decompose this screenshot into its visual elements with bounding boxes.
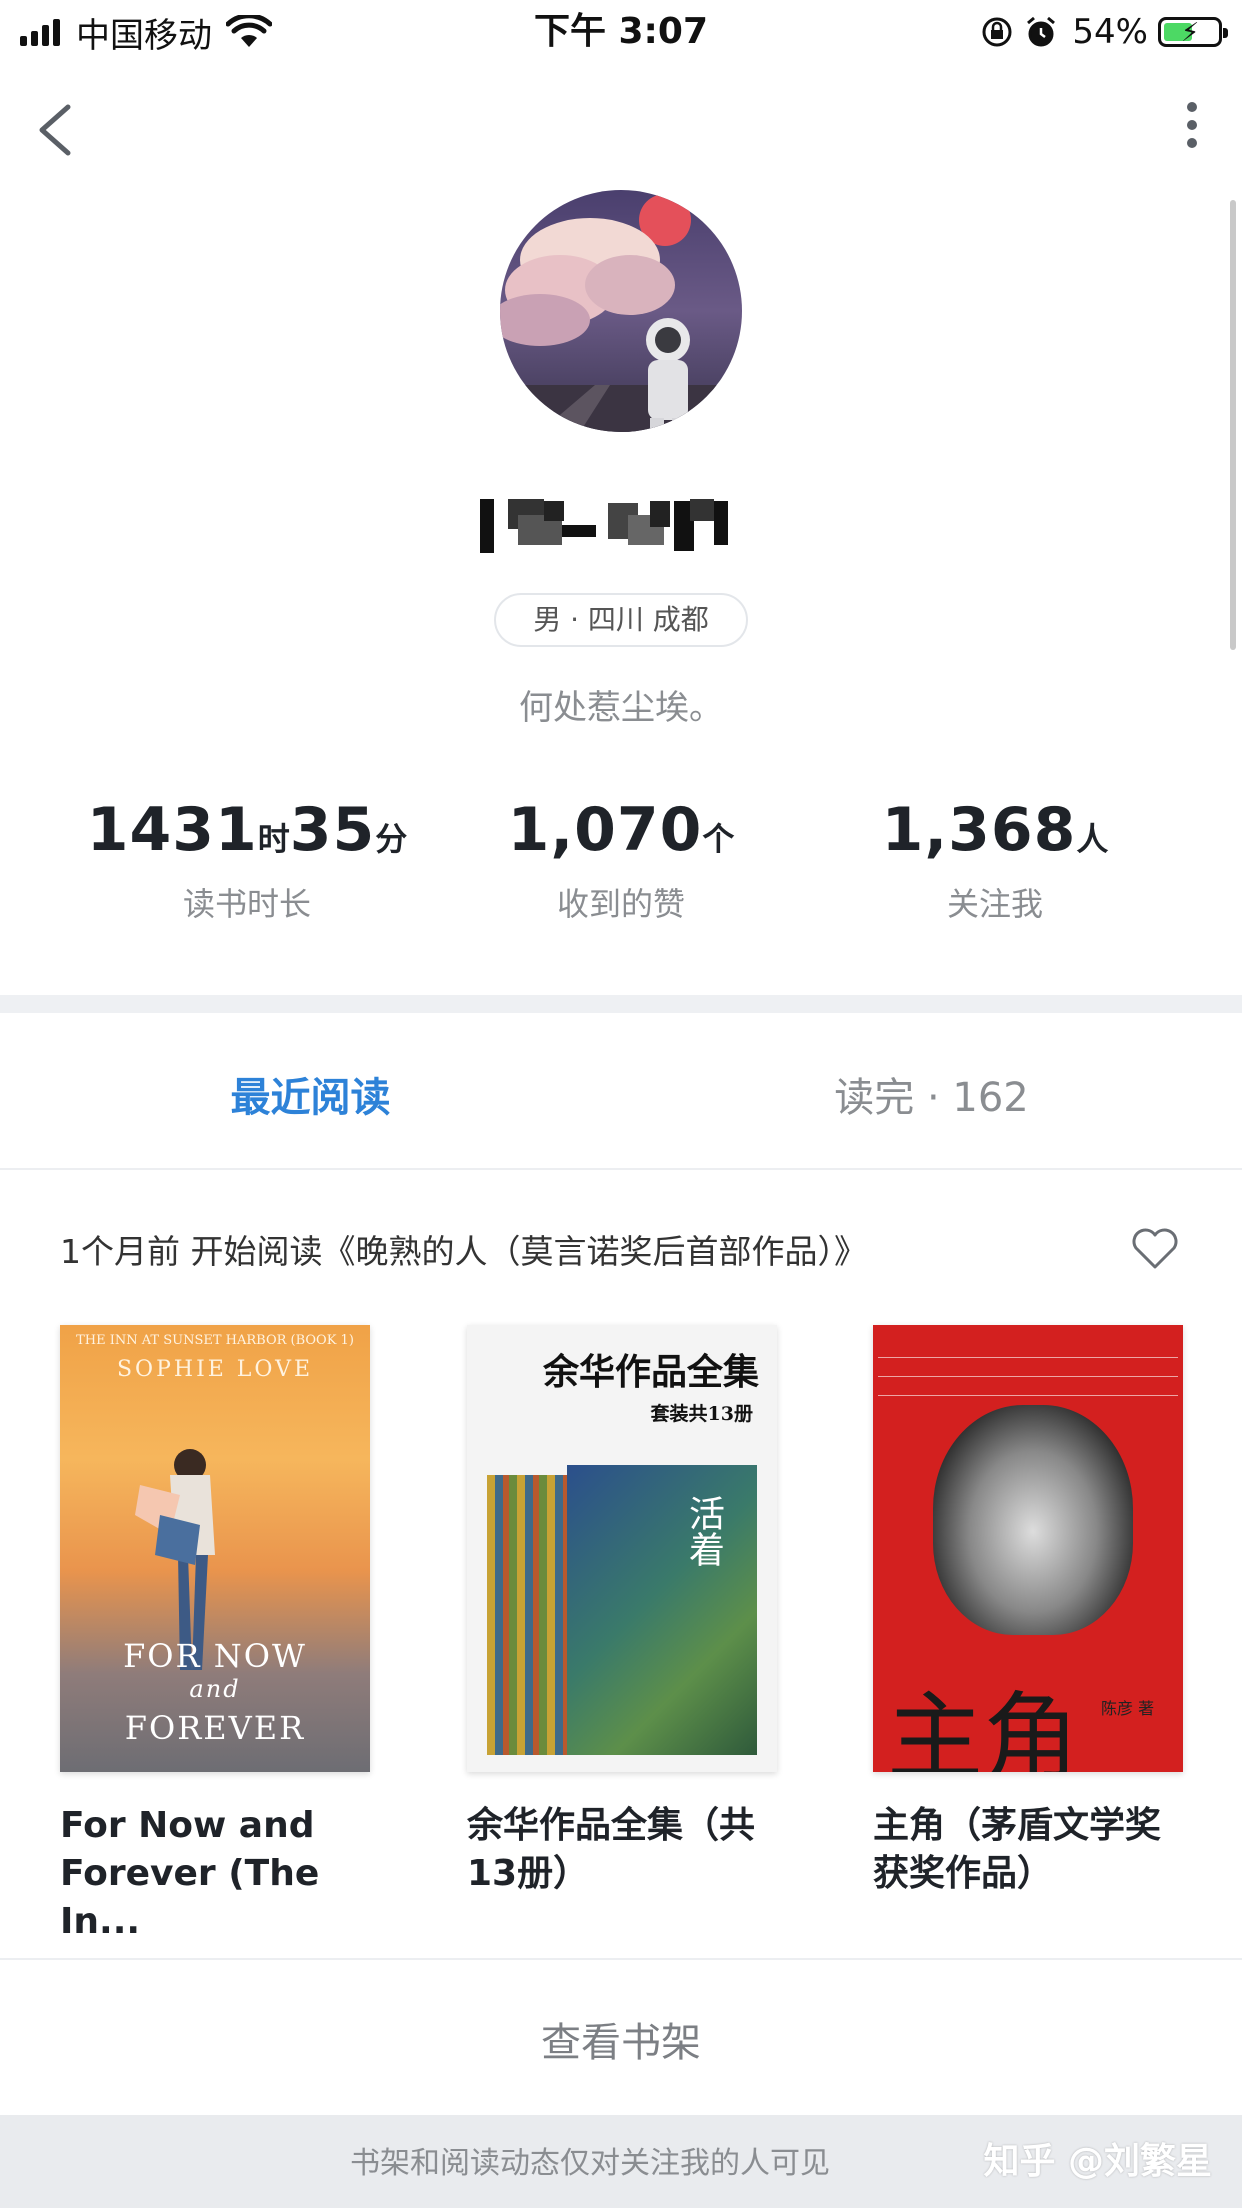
stat-followers-value: 1,368人 xyxy=(881,795,1109,865)
stat-reading-time: 1431时35分 读书时长 xyxy=(40,795,454,925)
cover-title-line-1: FOR NOW xyxy=(123,1637,307,1675)
stat-likes-label: 收到的赞 xyxy=(556,885,685,923)
alarm-icon xyxy=(1027,16,1056,47)
cover-inner-title: 活着 xyxy=(683,1495,724,1567)
book-spines xyxy=(487,1475,567,1755)
book-card[interactable]: 余华作品全集 套装共13册 活着 余华作品全集（共13册） xyxy=(467,1325,777,1898)
stat-reading-time-label: 读书时长 xyxy=(182,885,311,923)
heart-icon[interactable] xyxy=(1130,1225,1180,1271)
cover-title: 主角 xyxy=(887,1682,1079,1772)
tab-divider xyxy=(0,1168,1242,1170)
battery-icon: ⚡ xyxy=(1158,17,1228,48)
profile-motto: 何处惹尘埃。 xyxy=(519,688,723,728)
more-options-icon[interactable] xyxy=(1172,95,1212,155)
book-cover[interactable]: 余华作品全集 套装共13册 活着 xyxy=(467,1325,777,1772)
shelf-divider xyxy=(0,1958,1242,1960)
cover-title: 余华作品全集 xyxy=(542,1351,759,1393)
cover-title-line-2: and xyxy=(189,1675,241,1703)
cover-author: 陈彦 著 xyxy=(1101,1699,1155,1718)
reading-activity[interactable]: 1个月前 开始阅读《晚熟的人（莫言诺奖后首部作品）》 xyxy=(60,1225,867,1273)
cover-author: SOPHIE LOVE xyxy=(116,1357,314,1382)
section-divider xyxy=(0,995,1242,1013)
book-title[interactable]: For Now and Forever (The In... xyxy=(60,1802,370,1946)
tab-recent-reading[interactable]: 最近阅读 xyxy=(0,1065,621,1123)
username-pixelated xyxy=(480,499,728,553)
stat-followers[interactable]: 1,368人 关注我 xyxy=(788,795,1202,925)
tab-finished[interactable]: 读完 · 162 xyxy=(621,1065,1242,1123)
book-title[interactable]: 余华作品全集（共13册） xyxy=(467,1802,777,1898)
cover-subtitle: 套装共13册 xyxy=(650,1403,753,1425)
privacy-note: 书架和阅读动态仅对关注我的人可见 xyxy=(350,2146,830,2181)
cover-title-line-3: FOREVER xyxy=(124,1709,306,1747)
view-bookshelf-button[interactable]: 查看书架 xyxy=(0,2010,1242,2068)
orientation-lock-icon xyxy=(982,17,1012,47)
book-cover[interactable]: THE INN AT SUNSET HARBOR (BOOK 1) SOPHIE… xyxy=(60,1325,370,1772)
gender-location-tag: 男 · 四川 成都 xyxy=(494,593,748,647)
status-bar: 中国移动 下午 3:07 54% ⚡ xyxy=(0,0,1242,64)
stat-likes-value: 1,070个 xyxy=(507,795,735,865)
battery-percent: 54% xyxy=(1072,12,1148,52)
book-title[interactable]: 主角（茅盾文学奖获奖作品） xyxy=(873,1802,1183,1898)
back-icon[interactable] xyxy=(30,95,80,165)
stat-reading-time-value: 1431时35分 xyxy=(86,795,408,865)
book-card[interactable]: THE INN AT SUNSET HARBOR (BOOK 1) SOPHIE… xyxy=(60,1325,370,1946)
cover-decor-lines xyxy=(878,1339,1178,1409)
book-card[interactable]: 主角 陈彦 著 主角（茅盾文学奖获奖作品） xyxy=(873,1325,1183,1898)
stat-likes: 1,070个 收到的赞 xyxy=(414,795,828,925)
avatar[interactable] xyxy=(500,190,742,432)
opera-portrait xyxy=(933,1405,1133,1635)
scrollbar[interactable] xyxy=(1230,200,1236,650)
cover-series: THE INN AT SUNSET HARBOR (BOOK 1) xyxy=(76,1333,354,1348)
stat-followers-label: 关注我 xyxy=(946,885,1043,923)
watermark: 知乎 @刘繁星 xyxy=(983,2141,1212,2182)
book-cover[interactable]: 主角 陈彦 著 xyxy=(873,1325,1183,1772)
